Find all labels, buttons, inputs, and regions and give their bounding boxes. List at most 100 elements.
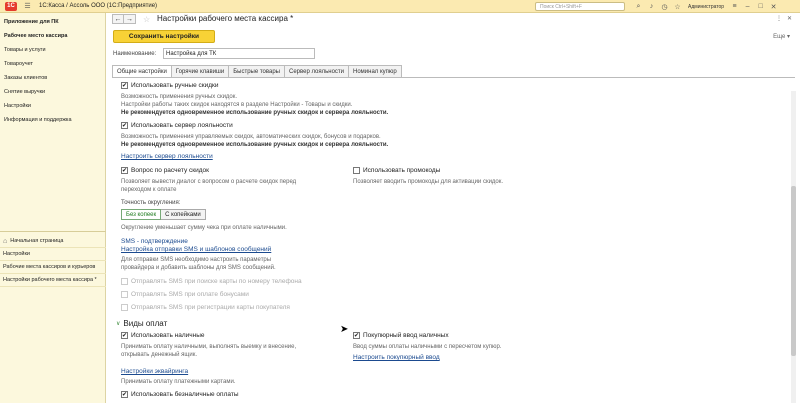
rounding-selector: Без копеек С копейками — [121, 209, 206, 220]
rounding-option-with-kopecks[interactable]: С копейками — [161, 209, 206, 220]
more-menu-icon[interactable]: ⋮ — [776, 15, 782, 22]
manual-discounts-warning: Не рекомендуется одновременное использов… — [121, 110, 389, 116]
tab-bar: Общие настройки Горячие клавиши Быстрые … — [112, 65, 402, 78]
sms-section-title: SMS - подтверждение — [121, 238, 188, 245]
discount-question-hint: переходом к оплате — [121, 187, 177, 193]
sms-settings-link[interactable]: Настройка отправки SMS и шаблонов сообще… — [121, 246, 271, 253]
use-cash-checkbox[interactable]: ✔ Использовать наличные — [121, 332, 205, 339]
search-placeholder: Поиск Ctrl+Shift+F — [540, 3, 582, 10]
cash-breakdown-hint: Ввод суммы оплаты наличными с пересчетом… — [353, 344, 502, 350]
more-button[interactable]: Еще ▾ — [773, 33, 790, 40]
discount-question-hint: Позволяет вывести диалог с вопросом о ра… — [121, 179, 297, 185]
loyalty-server-checkbox[interactable]: ✔ Использовать сервер лояльности — [121, 122, 233, 129]
configure-cash-breakdown-link[interactable]: Настроить покупюрный ввод — [353, 354, 440, 361]
sms-card-registration-checkbox[interactable]: Отправлять SMS при регистрации карты пок… — [121, 304, 290, 311]
open-window-workplaces[interactable]: Рабочие места кассиров и курьеров — [0, 261, 106, 274]
sidebar-item-cash-withdrawal[interactable]: Снятие выручки — [0, 85, 105, 99]
main-form: ← → ☆ Настройки рабочего места кассира *… — [107, 13, 800, 403]
scroll-thumb[interactable] — [791, 186, 796, 356]
tab-banknotes[interactable]: Номинал купюр — [348, 65, 402, 77]
cash-breakdown-checkbox[interactable]: ✔ Покупюрный ввод наличных — [353, 332, 449, 339]
checkbox-unchecked-icon — [121, 278, 128, 285]
form-close-icon[interactable]: ✕ — [787, 15, 792, 22]
rounding-hint: Округление уменьшает сумму чека при опла… — [121, 225, 287, 231]
star-icon[interactable]: ☆ — [673, 2, 682, 11]
checkbox-label: Покупюрный ввод наличных — [363, 332, 449, 339]
open-window-settings[interactable]: Настройки — [0, 248, 106, 261]
save-button[interactable]: Сохранить настройки — [113, 30, 215, 43]
name-input[interactable]: Настройка для ТК — [163, 48, 315, 59]
tab-hotkeys[interactable]: Горячие клавиши — [170, 65, 230, 77]
loyalty-server-warning: Не рекомендуется одновременное использов… — [121, 142, 389, 148]
open-window-label: Настройки рабочего места кассира * — [3, 277, 97, 283]
checkbox-checked-icon: ✔ — [121, 332, 128, 339]
cash-hint: Принимать оплату наличными, выполнять вы… — [121, 344, 297, 350]
manual-discounts-hint: Настройки работы таких скидок находятся … — [121, 102, 353, 108]
sidebar-item-settings[interactable]: Настройки — [0, 99, 105, 113]
sms-bonus-payment-checkbox[interactable]: Отправлять SMS при оплате бонусами — [121, 291, 249, 298]
vertical-scrollbar[interactable] — [791, 91, 796, 403]
open-window-label: Настройки — [3, 251, 30, 257]
checkbox-checked-icon: ✔ — [353, 332, 360, 339]
divider — [0, 231, 106, 232]
checkbox-label: Отправлять SMS при регистрации карты пок… — [131, 304, 290, 311]
maximize-icon[interactable]: □ — [756, 2, 765, 11]
sms-hint: Для отправки SMS необходимо настроить па… — [121, 257, 272, 263]
acquiring-hint: Принимать оплату платежными картами. — [121, 379, 236, 385]
rounding-option-no-kopecks[interactable]: Без копеек — [121, 209, 162, 220]
sidebar-item-cashier-workplace[interactable]: Рабочее место кассира — [0, 29, 105, 43]
payment-types-group[interactable]: ∨ Виды оплат — [116, 319, 167, 328]
configure-loyalty-server-link[interactable]: Настроить сервер лояльности — [121, 153, 213, 160]
checkbox-unchecked-icon — [353, 167, 360, 174]
forward-button[interactable]: → — [124, 14, 136, 24]
title-bar: 1С ☰ 1С:Касса / Ассоль ООО (1С:Предприят… — [0, 0, 800, 13]
settings-icon[interactable]: ≡ — [730, 2, 739, 11]
more-label: Еще — [773, 34, 786, 40]
history-icon[interactable]: ◷ — [660, 2, 669, 11]
manual-discounts-checkbox[interactable]: ✔ Использовать ручные скидки — [121, 82, 219, 89]
checkbox-label: Использовать сервер лояльности — [131, 122, 233, 129]
group-title: Виды оплат — [123, 319, 168, 328]
sidebar-item-info[interactable]: Информация и поддержка — [0, 113, 105, 127]
open-window-home[interactable]: ⌂ Начальная страница — [0, 235, 106, 248]
tab-loyalty-server[interactable]: Сервер лояльности — [284, 65, 349, 77]
page-title: Настройки рабочего места кассира * — [157, 14, 294, 23]
sidebar-item-pc-app[interactable]: Приложение для ПК — [0, 15, 105, 29]
use-cashless-checkbox[interactable]: ✔ Использовать безналичные оплаты — [121, 391, 239, 398]
general-settings-panel: ✔ Использовать ручные скидки Возможность… — [107, 78, 787, 403]
close-icon[interactable]: ✕ — [769, 2, 778, 11]
favorite-star-icon[interactable]: ☆ — [143, 15, 150, 24]
app-logo: 1С — [0, 0, 22, 13]
tab-quick-goods[interactable]: Быстрые товары — [228, 65, 285, 77]
checkbox-label: Использовать наличные — [131, 332, 205, 339]
checkbox-label: Отправлять SMS при оплате бонусами — [131, 291, 249, 298]
back-button[interactable]: ← — [112, 14, 124, 24]
menu-icon[interactable]: ☰ — [23, 2, 32, 11]
checkbox-label: Отправлять SMS при поиске карты по номер… — [131, 278, 302, 285]
sms-card-search-checkbox[interactable]: Отправлять SMS при поиске карты по номер… — [121, 278, 302, 285]
minimize-icon[interactable]: – — [743, 2, 752, 11]
open-window-cashier-settings[interactable]: Настройки рабочего места кассира * — [0, 274, 106, 287]
acquiring-settings-link[interactable]: Настройки эквайринга — [121, 368, 188, 375]
checkbox-label: Вопрос по расчету скидок — [131, 167, 209, 174]
promocodes-checkbox[interactable]: Использовать промокоды — [353, 167, 440, 174]
checkbox-checked-icon: ✔ — [121, 167, 128, 174]
discount-question-checkbox[interactable]: ✔ Вопрос по расчету скидок — [121, 167, 209, 174]
sidebar-item-goods[interactable]: Товары и услуги — [0, 43, 105, 57]
bell-icon[interactable]: ♪ — [647, 2, 656, 11]
search-input[interactable]: Поиск Ctrl+Shift+F — [535, 2, 625, 11]
cash-hint: открывать денежный ящик. — [121, 352, 198, 358]
chevron-down-icon: ∨ — [116, 321, 121, 327]
rounding-label: Точность округления: — [121, 200, 181, 206]
manual-discounts-hint: Возможность применения ручных скидок. — [121, 94, 238, 100]
sidebar-item-orders[interactable]: Заказы клиентов — [0, 71, 105, 85]
sms-hint: провайдера и добавить шаблоны для SMS со… — [121, 265, 276, 271]
loyalty-server-hint: Возможность применения управляемых скидо… — [121, 134, 381, 140]
sidebar-item-inventory[interactable]: Товароучет — [0, 57, 105, 71]
open-window-label: Начальная страница — [10, 238, 64, 244]
open-windows-list: ⌂ Начальная страница Настройки Рабочие м… — [0, 231, 106, 287]
user-name[interactable]: Администратор — [688, 4, 724, 10]
logo-mark: 1С — [5, 1, 17, 11]
nav-buttons: ← → — [112, 14, 136, 24]
search-icon[interactable]: ⌕ — [634, 2, 643, 11]
